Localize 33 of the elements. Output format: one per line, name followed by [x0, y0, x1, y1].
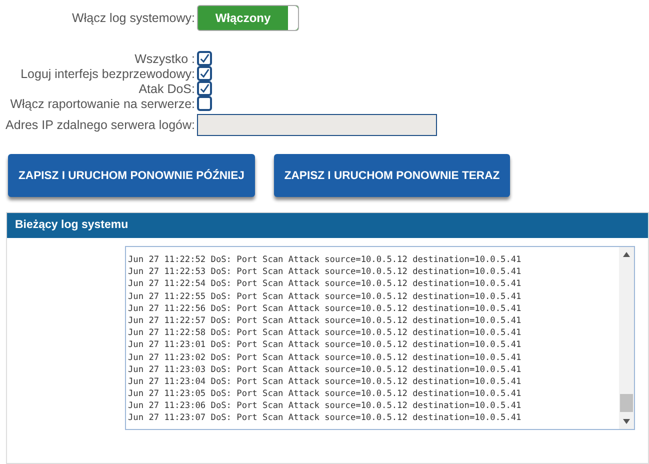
scrollbar[interactable]: [619, 247, 634, 429]
log-line: Jun 27 11:22:57 DoS: Port Scan Attack source=10.0.5.12 destination=10.0.5.41: [128, 314, 522, 328]
log-panel-title: Bieżący log systemu: [7, 213, 648, 238]
log-line: Jun 27 11:22:53 DoS: Port Scan Attack source=10.0.5.12 destination=10.0.5.41: [128, 266, 522, 278]
checkbox[interactable]: [197, 81, 212, 96]
log-line: Jun 27 11:22:58 DoS: Port Scan Attack source=10.0.5.12 destination=10.0.5.41: [128, 327, 522, 340]
option-label: Wszystko :: [134, 52, 196, 66]
option-label: Włącz raportowanie na serwerze:: [9, 96, 196, 110]
log-line: Jun 27 11:22:52 DoS: Port Scan Attack source=10.0.5.12 destination=10.0.5.41: [128, 254, 522, 266]
log-line: Jun 27 11:23:07 DoS: Port Scan Attack source=10.0.5.12 destination=10.0.5.41: [128, 412, 522, 425]
option-label: Loguj interfejs bezprzewodowy:: [20, 66, 196, 80]
scroll-up-icon[interactable]: [623, 252, 630, 257]
checkbox[interactable]: [197, 66, 212, 81]
scrollbar-thumb[interactable]: [620, 394, 633, 412]
log-line: Jun 27 11:23:04 DoS: Port Scan Attack source=10.0.5.12 destination=10.0.5.41: [128, 376, 522, 388]
log-line: Jun 27 11:22:55 DoS: Port Scan Attack source=10.0.5.12 destination=10.0.5.41: [128, 290, 522, 303]
log-line: Jun 27 11:22:54 DoS: Port Scan Attack source=10.0.5.12 destination=10.0.5.41: [128, 278, 522, 291]
server-ip-label: Adres IP zdalnego serwera logów:: [4, 118, 196, 132]
syslog-toggle[interactable]: Włączony: [197, 5, 299, 31]
log-line: Jun 27 11:22:56 DoS: Port Scan Attack source=10.0.5.12 destination=10.0.5.41: [128, 302, 522, 315]
save-restart-button[interactable]: ZAPISZ I URUCHOM PONOWNIE PÓŹNIEJ: [8, 154, 255, 197]
log-line: Jun 27 11:23:06 DoS: Port Scan Attack source=10.0.5.12 destination=10.0.5.41: [128, 400, 522, 412]
log-line: Jun 27 11:23:01 DoS: Port Scan Attack source=10.0.5.12 destination=10.0.5.41: [128, 339, 522, 352]
save-restart-button[interactable]: ZAPISZ I URUCHOM PONOWNIE TERAZ: [274, 154, 510, 197]
option-label: Atak DoS:: [138, 82, 196, 96]
scroll-down-icon[interactable]: [623, 419, 630, 424]
log-textarea[interactable]: [125, 246, 635, 430]
checkbox[interactable]: [197, 96, 212, 111]
log-line: Jun 27 11:23:03 DoS: Port Scan Attack source=10.0.5.12 destination=10.0.5.41: [128, 364, 522, 376]
log-line: Jun 27 11:23:05 DoS: Port Scan Attack source=10.0.5.12 destination=10.0.5.41: [128, 388, 522, 400]
checkbox[interactable]: [197, 51, 212, 66]
syslog-label: Włącz log systemowy:: [71, 11, 196, 25]
log-line: Jun 27 11:23:02 DoS: Port Scan Attack source=10.0.5.12 destination=10.0.5.41: [128, 352, 522, 364]
